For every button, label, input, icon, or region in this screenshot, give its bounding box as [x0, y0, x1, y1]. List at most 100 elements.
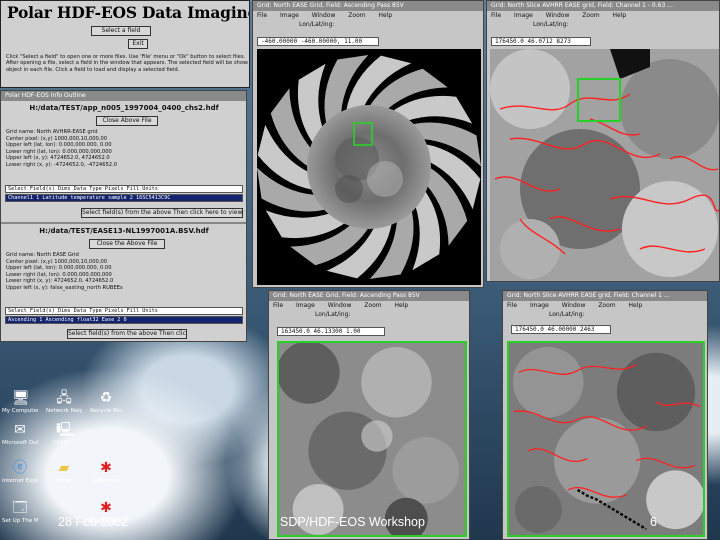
file1-view-button[interactable]: Select field(s) from the above Then clic…	[81, 208, 243, 218]
divider	[1, 222, 246, 224]
file1-field-header: Select Field(s) Dims Data Type Pixels Fi…	[5, 185, 243, 193]
computer-icon: 🖥	[12, 390, 30, 406]
info-line: Lower right (x, y): -4724652.0, -4724652…	[6, 161, 118, 168]
lonlat-label: Lon/Lat/ing:	[533, 21, 569, 28]
desktop-icon[interactable]: 🖳 19970...	[46, 422, 82, 446]
file-info-titlebar[interactable]: Polar HDF-EOS Info Outline	[1, 91, 246, 101]
shortcut-icon: ✱	[100, 500, 112, 516]
avhrr1-image-canvas[interactable]	[490, 49, 719, 281]
desktop-icon[interactable]: ⓔ Internet Explorer	[2, 460, 38, 484]
lonlat-label: Lon/Lat/ing:	[315, 311, 351, 318]
reflection-icon: ✱	[100, 460, 112, 476]
info-line: Grid name: North AVHRR-EASE grid	[6, 129, 98, 135]
menu-file[interactable]: File	[507, 302, 517, 309]
menu-help[interactable]: Help	[379, 12, 393, 19]
desktop-icon[interactable]: ♻ Recycle Bin	[88, 390, 124, 414]
zoom-titlebar[interactable]: Grid: North EASE Grid, Field: Ascending …	[269, 291, 469, 301]
outlook-icon: ✉	[14, 422, 26, 438]
lonlat-readout: -460.00000 -460.00000, 11.00	[257, 37, 379, 46]
menu-help[interactable]: Help	[629, 302, 643, 309]
lonlat-label: Lon/Lat/ing:	[299, 21, 335, 28]
menu-zoom[interactable]: Zoom	[598, 302, 615, 309]
zoom-image-window: Grid: North EASE Grid, Field: Ascending …	[268, 290, 470, 540]
internet-explorer-icon: ⓔ	[13, 460, 27, 476]
avhrr-window-1: Grid: North Slice AVHRR EASE grid, Field…	[486, 0, 720, 282]
zoom-image-canvas[interactable]	[277, 341, 467, 537]
info-line: Lower right (x, y): 4724652.0, 4724652.0	[6, 278, 114, 285]
zoom-menubar: File Image Window Zoom Help	[269, 301, 469, 310]
footer-date: 28 Feb 2002	[58, 515, 129, 529]
avhrr1-titlebar[interactable]: Grid: North Slice AVHRR EASE grid, Field…	[487, 1, 719, 11]
menu-zoom[interactable]: Zoom	[364, 302, 381, 309]
menu-help[interactable]: Help	[395, 302, 409, 309]
terminal-icon: 🖳	[56, 422, 75, 438]
lonlat-readout: 163450.0 46.13300 1.00	[277, 327, 385, 336]
app-title: Polar HDF-EOS Data Imaging and Subsettin…	[7, 3, 249, 22]
footer-event: SDP/HDF-EOS Workshop	[280, 515, 425, 529]
footer-page-number: 6	[650, 515, 657, 529]
swirl-titlebar[interactable]: Grid: North EASE Grid, Field: Ascending …	[253, 1, 483, 11]
file2-field-row[interactable]: Ascending 1 Ascending float32 Ease 2 0	[5, 316, 243, 324]
menu-image[interactable]: Image	[530, 302, 549, 309]
avhrr2-image-canvas[interactable]	[507, 341, 705, 537]
desktop-icon[interactable]: 🖧 Network Neighborhood	[46, 390, 82, 414]
menu-window[interactable]: Window	[562, 302, 586, 309]
info-line: Grid name: North EASE Grid	[6, 252, 79, 258]
file-info-window: Polar HDF-EOS Info Outline H:/data/TEST/…	[0, 90, 247, 342]
avhrr1-menubar: File Image Window Zoom Help	[487, 11, 719, 20]
info-line: Lower right (lat, lon): 0.000,000,000,00…	[6, 148, 112, 155]
menu-window[interactable]: Window	[328, 302, 352, 309]
close-file2-button[interactable]: Close the Above File	[89, 239, 165, 249]
desktop-icon[interactable]: 🗔 Set Up The Microsoft	[2, 500, 38, 524]
swirl-image-window: Grid: North EASE Grid, Field: Ascending …	[252, 0, 484, 288]
recycle-bin-icon: ♻	[99, 390, 113, 406]
file2-path: H:/data/TEST/EASE13-NL1997001A.BSV.hdf	[39, 227, 209, 235]
close-file1-button[interactable]: Close Above File	[96, 116, 158, 126]
file1-info: Grid name: North AVHRR-EASE grid Center …	[6, 129, 244, 169]
avhrr-image-1	[490, 49, 719, 281]
desktop-icon[interactable]: ✱ Reflection	[88, 460, 124, 484]
avhrr2-menubar: File Image Window Zoom Help	[503, 301, 707, 310]
menu-image[interactable]: Image	[514, 12, 533, 19]
desktop-icon[interactable]: ▰ folder	[46, 460, 82, 484]
desktop-icon[interactable]: ✉ Microsoft Outlook	[2, 422, 38, 446]
menu-file[interactable]: File	[273, 302, 283, 309]
exit-button[interactable]: Exit	[128, 39, 148, 49]
info-line: Center pixel: (x,y) 1000,000,10,000,00	[6, 258, 108, 265]
help-line: object in each file. Click a field to lo…	[6, 66, 180, 73]
menu-window[interactable]: Window	[312, 12, 336, 19]
menu-zoom[interactable]: Zoom	[348, 12, 365, 19]
select-field-button[interactable]: Select a field	[91, 26, 151, 36]
menu-zoom[interactable]: Zoom	[582, 12, 599, 19]
info-line: Upper left (x, y): 4724652.0, 4724652.0	[6, 155, 110, 162]
menu-file[interactable]: File	[491, 12, 501, 19]
menu-file[interactable]: File	[257, 12, 267, 19]
info-line: Center pixel: (x,y) 1000,000,10,000,00	[6, 135, 108, 142]
file2-view-button[interactable]: Select field(s) from the above Then clic…	[67, 329, 187, 339]
menu-help[interactable]: Help	[613, 12, 627, 19]
lonlat-readout: 176450.0 46.00000 2463	[511, 325, 611, 334]
swirl-image-canvas[interactable]	[257, 49, 481, 285]
swirl-menubar: File Image Window Zoom Help	[253, 11, 483, 20]
info-line: Upper left (lat, lon): 0.000,000.000, 0.…	[6, 142, 112, 149]
subset-tool-window: Polar HDF-EOS Data Imaging and Subsettin…	[0, 0, 250, 88]
avhrr2-titlebar[interactable]: Grid: North Slice AVHRR EASE grid, Field…	[503, 291, 707, 301]
polar-swath-image	[257, 55, 481, 279]
avhrr-window-2: Grid: North Slice AVHRR EASE grid, Field…	[502, 290, 708, 540]
lonlat-readout: 176450.0 46.0712 8273	[491, 37, 591, 46]
help-text: Click "Select a field" to open one or mo…	[6, 54, 248, 73]
avhrr-image-2	[509, 343, 703, 535]
info-line: Lower right (lat, lon): 0.000,000,000,00…	[6, 271, 112, 278]
zoomed-image	[279, 343, 465, 535]
network-icon: 🖧	[56, 390, 72, 406]
menu-window[interactable]: Window	[546, 12, 570, 19]
menu-image[interactable]: Image	[280, 12, 299, 19]
desktop-icon[interactable]: 🖥 My Computer	[2, 390, 38, 414]
lonlat-label: Lon/Lat/ing:	[549, 311, 585, 318]
file1-field-row[interactable]: Channel1 1 Latitude temperature sample 2…	[5, 194, 243, 202]
setup-icon: 🗔	[12, 500, 28, 516]
file2-info: Grid name: North EASE Grid Center pixel:…	[6, 252, 244, 292]
file1-path: H:/data/TEST/app_n005_1997004_0400_chs2.…	[29, 104, 219, 112]
menu-image[interactable]: Image	[296, 302, 315, 309]
help-line: After opening a file, select a field in …	[6, 60, 248, 67]
